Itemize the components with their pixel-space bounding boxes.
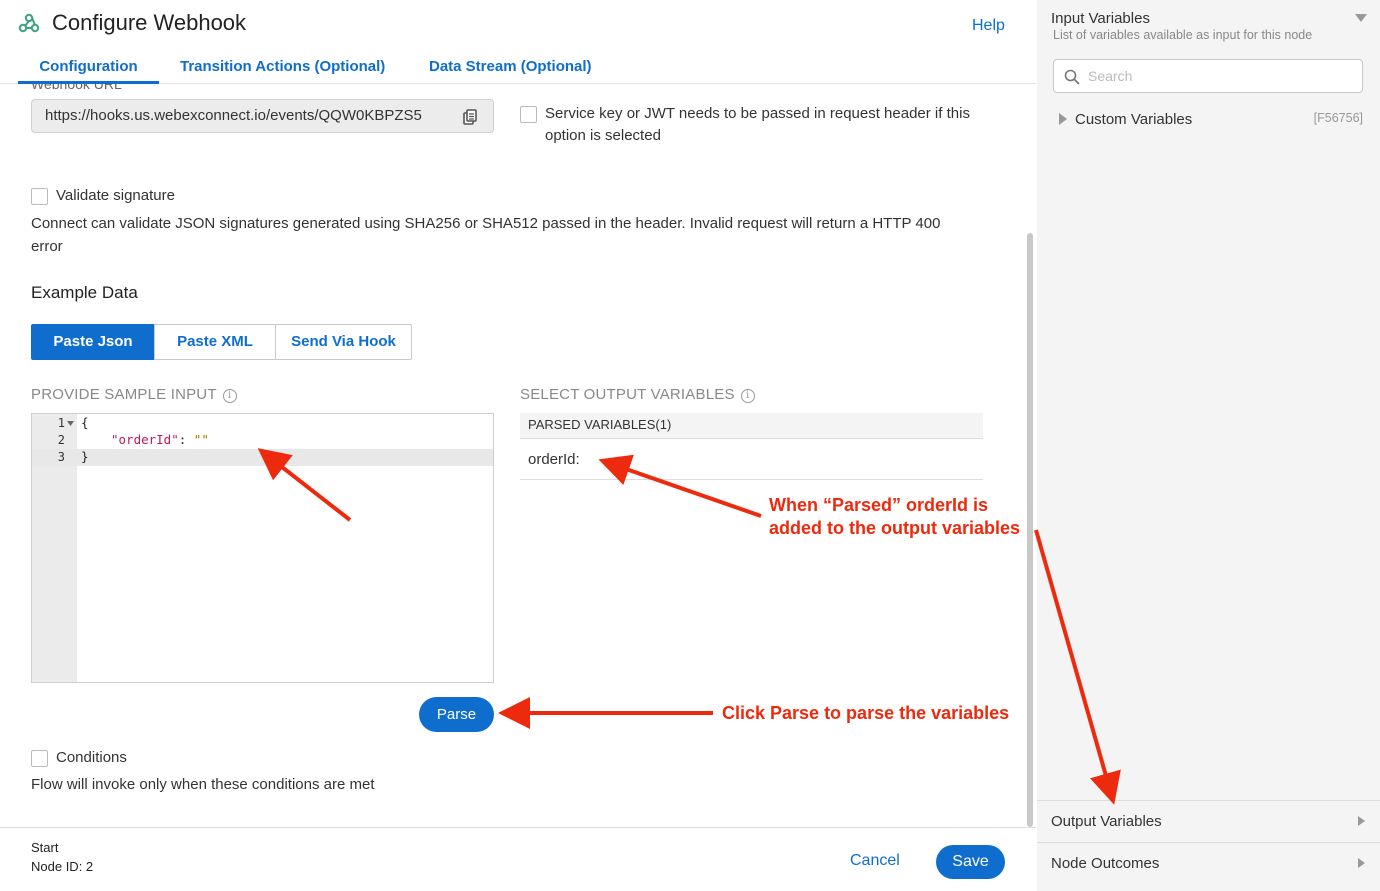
output-variables-label: SELECT OUTPUT VARIABLES i	[520, 386, 755, 403]
example-data-title: Example Data	[31, 283, 138, 302]
sample-input-label-text: PROVIDE SAMPLE INPUT	[31, 386, 217, 403]
webhook-url-label: Webhook URL	[31, 84, 122, 92]
line-number: 3	[57, 450, 65, 464]
input-variables-panel: Input Variables List of variables availa…	[1037, 0, 1380, 891]
output-variables-label-text: SELECT OUTPUT VARIABLES	[520, 386, 735, 403]
service-key-text: Service key or JWT needs to be passed in…	[545, 105, 970, 144]
code-key: "orderId"	[111, 432, 179, 447]
validate-signature-label: Validate signature	[56, 187, 175, 204]
output-variables-row-label: Output Variables	[1051, 813, 1162, 830]
line-number: 1	[57, 416, 65, 430]
node-outcomes-row-label: Node Outcomes	[1051, 855, 1160, 872]
info-icon[interactable]: i	[222, 389, 237, 403]
sample-input-label: PROVIDE SAMPLE INPUT i	[31, 386, 237, 403]
configure-webhook-panel: Configure Webhook Help Configuration Tra…	[0, 0, 1036, 891]
code-line: "orderId": ""	[111, 432, 209, 447]
webhook-url-value: https://hooks.us.webexconnect.io/events/…	[45, 107, 422, 124]
node-outcomes-row[interactable]: Node Outcomes	[1037, 842, 1380, 884]
paste-json-button[interactable]: Paste Json	[31, 324, 155, 360]
help-link[interactable]: Help	[972, 17, 1005, 35]
parse-button[interactable]: Parse	[419, 697, 494, 732]
validate-signature-checkbox[interactable]	[31, 188, 48, 205]
custom-variables-label: Custom Variables	[1075, 111, 1193, 128]
configuration-body[interactable]: Webhook URL https://hooks.us.webexconnec…	[0, 84, 1036, 827]
expand-triangle-icon[interactable]	[1358, 858, 1365, 868]
tab-data-stream[interactable]: Data Stream (Optional)	[429, 58, 592, 84]
expand-triangle-icon[interactable]	[1358, 816, 1365, 826]
code-separator: :	[178, 432, 194, 447]
send-via-hook-button[interactable]: Send Via Hook	[275, 324, 412, 360]
search-input[interactable]	[1088, 65, 1353, 87]
webhook-url-field[interactable]: https://hooks.us.webexconnect.io/events/…	[31, 99, 494, 133]
node-id-label: Node ID: 2	[31, 859, 94, 874]
webhook-logo-icon	[18, 13, 40, 33]
panel-footer: Start Node ID: 2 Cancel Save	[0, 827, 1036, 891]
line-number: 2	[57, 433, 65, 447]
expand-triangle-icon[interactable]	[1059, 113, 1067, 125]
output-variables-row[interactable]: Output Variables	[1037, 800, 1380, 842]
panel-header: Configure Webhook Help Configuration Tra…	[0, 0, 1036, 84]
cancel-button[interactable]: Cancel	[850, 852, 900, 870]
conditions-label: Conditions	[56, 749, 127, 766]
editor-active-line	[32, 449, 493, 466]
code-value: ""	[193, 432, 209, 447]
scrollbar[interactable]	[1027, 233, 1033, 827]
custom-variables-code: [F56756]	[1313, 111, 1363, 125]
tab-transition-actions[interactable]: Transition Actions (Optional)	[180, 58, 385, 84]
paste-xml-button[interactable]: Paste XML	[154, 324, 276, 360]
custom-variables-row[interactable]: Custom Variables [F56756]	[1051, 106, 1367, 134]
page-title: Configure Webhook	[52, 10, 247, 35]
conditions-checkbox[interactable]	[31, 750, 48, 767]
fold-arrow-icon[interactable]	[67, 421, 74, 426]
search-icon	[1064, 69, 1080, 85]
tab-configuration[interactable]: Configuration	[18, 58, 159, 84]
service-key-checkbox[interactable]	[520, 106, 537, 123]
code-line: }	[81, 449, 89, 464]
sample-input-editor[interactable]: 1 2 3 { "orderId": "" }	[31, 413, 494, 683]
input-variables-subtitle: List of variables available as input for…	[1053, 28, 1313, 42]
save-button[interactable]: Save	[936, 845, 1005, 879]
info-icon[interactable]: i	[740, 389, 755, 403]
copy-icon[interactable]	[463, 109, 477, 125]
validate-signature-description: Connect can validate JSON signatures gen…	[31, 215, 941, 255]
variable-search-box[interactable]	[1053, 59, 1363, 93]
parsed-variables-header: PARSED VARIABLES(1)	[520, 413, 983, 439]
input-variables-title: Input Variables	[1051, 10, 1150, 27]
code-line: {	[81, 415, 89, 430]
conditions-description: Flow will invoke only when these conditi…	[31, 776, 375, 793]
node-name-label: Start	[31, 840, 59, 855]
collapse-chevron-icon[interactable]	[1355, 14, 1367, 22]
parsed-variable-row[interactable]: orderId:	[520, 442, 983, 480]
